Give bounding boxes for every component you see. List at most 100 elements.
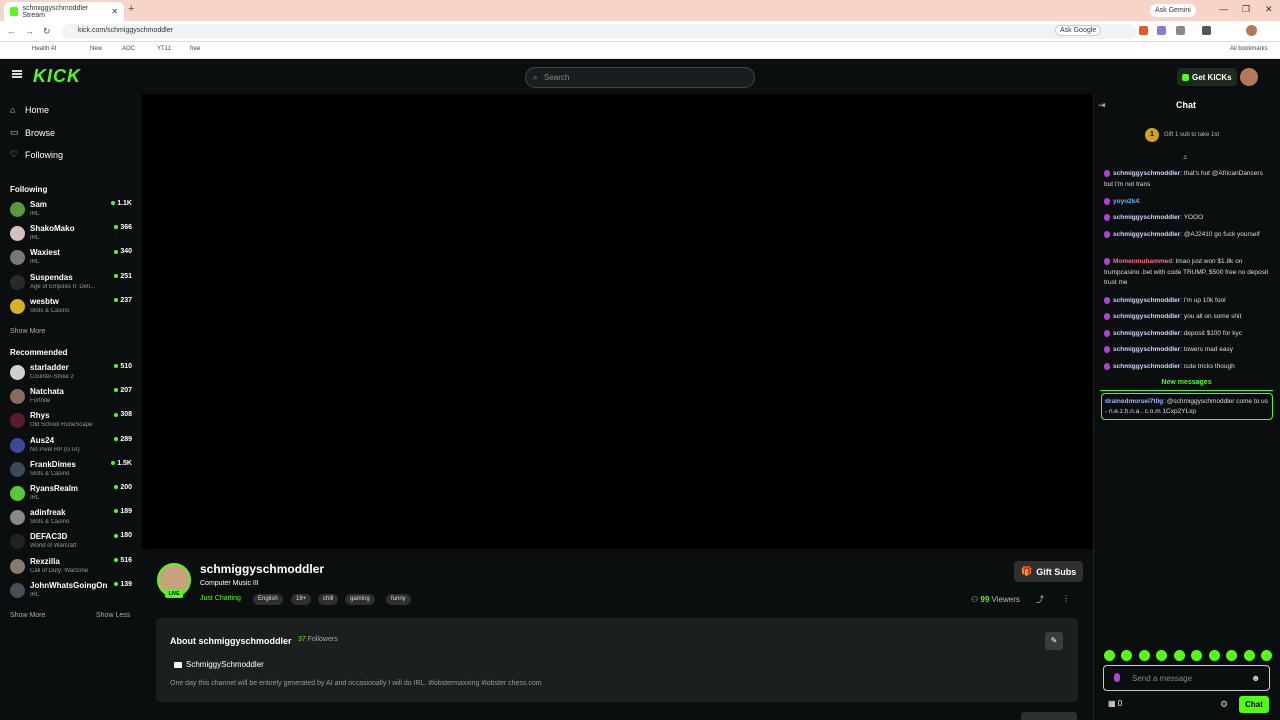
ask-gemini-button[interactable]: Ask Gemini	[1150, 4, 1196, 17]
gift-leaderboard-banner[interactable]: 1 Gift 1 sub to take 1st	[1145, 128, 1219, 142]
kick-favicon-icon	[10, 7, 19, 16]
gift-subs-button[interactable]: 🎁 Gift Subs	[1014, 561, 1084, 582]
extension-icon[interactable]	[1157, 26, 1166, 35]
video-player[interactable]	[142, 94, 1093, 549]
back-icon[interactable]: ←	[7, 26, 16, 36]
new-tab-icon[interactable]: +	[128, 3, 134, 15]
stream-tag[interactable]: funny	[386, 594, 411, 605]
sidebar-channel[interactable]: Sam IRL 1.1K	[10, 200, 132, 224]
gear-icon[interactable]: ⚙	[1220, 699, 1228, 710]
emote-icon[interactable]	[1243, 650, 1255, 661]
stream-tag[interactable]: chill	[318, 594, 339, 605]
bottom-tab[interactable]	[1021, 712, 1077, 720]
chat-input[interactable]: Send a message	[1103, 665, 1270, 691]
sidebar-channel[interactable]: RyansRealm IRL 200	[10, 484, 132, 508]
browser-tab[interactable]: schmiggyschmoddler Stream ✕	[4, 2, 124, 21]
user-avatar[interactable]	[1240, 68, 1258, 86]
message-username[interactable]: drainedmorsel7t0g	[1105, 398, 1163, 405]
sidebar-channel[interactable]: JohnWhatsGoingOn IRL 139	[10, 581, 132, 605]
close-tab-icon[interactable]: ✕	[111, 7, 118, 16]
youtube-link[interactable]: SchmiggySchmoddler	[174, 660, 264, 669]
get-kicks-button[interactable]: Get KICKs	[1177, 68, 1237, 86]
show-more-recommended[interactable]: Show More	[10, 612, 45, 619]
sidebar-channel[interactable]: Aus24 No Pixel RP (GTA) 289	[10, 436, 132, 460]
edit-icon[interactable]: ✎	[1045, 632, 1063, 650]
message-username[interactable]: Momenmuhammed	[1113, 258, 1172, 265]
sidepanel-icon[interactable]	[1202, 26, 1211, 35]
streamer-name[interactable]: schmiggyschmoddler	[200, 562, 324, 576]
bookmark-item[interactable]: Health AI	[32, 46, 56, 52]
ask-google-button[interactable]: Ask Google	[1055, 25, 1102, 36]
emote-icon[interactable]	[1208, 650, 1220, 661]
message-username[interactable]: schmiggyschmoddler	[1113, 170, 1180, 177]
reload-icon[interactable]: ↻	[43, 26, 51, 37]
stream-tag[interactable]: gaming	[345, 594, 375, 605]
channel-points[interactable]: ▦ 0	[1108, 699, 1122, 708]
message-username[interactable]: schmiggyschmoddler	[1113, 313, 1180, 320]
extensions-puzzle-icon[interactable]	[1176, 26, 1185, 35]
message-username[interactable]: schmiggyschmoddler	[1113, 297, 1180, 304]
emote-icon[interactable]	[1138, 650, 1150, 661]
channel-category: Slots & Casino	[30, 307, 70, 314]
search-input[interactable]: ⌕ Search	[525, 67, 755, 88]
nav-browse[interactable]: ▭ Browse	[10, 127, 55, 138]
message-username[interactable]: schmiggyschmoddler	[1113, 346, 1180, 353]
emote-icon[interactable]	[1191, 650, 1203, 661]
nav-following[interactable]: ♡ Following	[10, 149, 63, 160]
all-bookmarks[interactable]: All bookmarks	[1230, 46, 1268, 52]
emote-icon[interactable]	[1156, 650, 1168, 661]
stream-tag[interactable]: 18+	[291, 594, 312, 605]
bookmark-item[interactable]: AOC	[122, 46, 135, 52]
send-chat-button[interactable]: Chat	[1239, 696, 1269, 713]
message-username[interactable]: schmiggyschmoddler	[1113, 214, 1180, 221]
bookmark-item[interactable]: YT11	[157, 46, 171, 52]
channel-viewers: 200	[114, 484, 132, 491]
sidebar-channel[interactable]: adinfreak Slots & Casino 189	[10, 508, 132, 532]
more-options-icon[interactable]: ⋮	[1062, 594, 1070, 603]
browser-tab-bar	[0, 0, 1280, 21]
chevron-down-icon[interactable]: ⩡	[1183, 153, 1188, 163]
message-username[interactable]: schmiggyschmoddler	[1113, 330, 1180, 337]
sidebar-channel[interactable]: wesbtw Slots & Casino 237	[10, 297, 132, 321]
message-username[interactable]: schmiggyschmoddler	[1113, 231, 1180, 238]
emote-icon[interactable]	[1173, 650, 1185, 661]
emote-icon[interactable]	[1121, 650, 1133, 661]
message-username[interactable]: yoyo2k4	[1113, 198, 1139, 205]
sidebar-channel[interactable]: Waxiest IRL 340	[10, 248, 132, 272]
close-window-icon[interactable]: ✕	[1265, 4, 1273, 15]
bookmark-item[interactable]: New	[90, 46, 102, 52]
sidebar-channel[interactable]: DEFAC3D World of Warcraft 180	[10, 532, 132, 556]
collapse-chat-icon[interactable]: ⇥	[1098, 100, 1106, 111]
sidebar-channel[interactable]: ShakoMako IRL 366	[10, 224, 132, 248]
emoji-icon[interactable]: ☻	[1251, 673, 1260, 683]
extension-icon[interactable]	[1139, 26, 1148, 35]
sidebar-channel[interactable]: FrankDimes Slots & Casino 1.5K	[10, 460, 132, 484]
emote-icon[interactable]	[1260, 650, 1272, 661]
stream-category[interactable]: Just Chatting	[200, 595, 241, 602]
channel-name: JohnWhatsGoingOn	[30, 580, 108, 590]
gift-subs-label: Gift Subs	[1036, 566, 1077, 577]
minimize-icon[interactable]: —	[1219, 4, 1228, 14]
show-less-recommended[interactable]: Show Less	[96, 612, 130, 619]
profile-avatar-icon[interactable]	[1246, 25, 1257, 36]
menu-icon[interactable]	[12, 70, 22, 78]
new-messages-divider[interactable]: New messages	[1100, 379, 1273, 391]
sidebar-channel[interactable]: starladder Counter-Strike 2 510	[10, 363, 132, 387]
maximize-icon[interactable]: ❐	[1242, 4, 1250, 15]
forward-icon[interactable]: →	[25, 26, 34, 36]
sidebar-channel[interactable]: Rexzilla Call of Duty: Warzone 516	[10, 557, 132, 581]
nav-home[interactable]: ⌂ Home	[10, 105, 49, 115]
show-more-following[interactable]: Show More	[10, 328, 45, 335]
sidebar-channel[interactable]: Rhys Old School RuneScape 308	[10, 411, 132, 435]
url-input[interactable]: kick.com/schmiggyschmoddler	[62, 24, 1137, 39]
message-username[interactable]: schmiggyschmoddler	[1113, 363, 1180, 370]
stream-tag[interactable]: English	[253, 594, 283, 605]
sidebar-channel[interactable]: Natchata Fortnite 207	[10, 387, 132, 411]
emote-icon[interactable]	[1104, 650, 1115, 661]
sidebar-channel[interactable]: Suspendas Age of Empires II: Defi... 251	[10, 273, 132, 297]
get-kicks-label: Get KICKs	[1192, 72, 1232, 82]
share-icon[interactable]: ⤴	[1036, 594, 1044, 605]
bookmark-item[interactable]: free	[190, 46, 200, 52]
emote-icon[interactable]	[1226, 650, 1238, 661]
kick-logo[interactable]: KICK	[33, 66, 81, 87]
